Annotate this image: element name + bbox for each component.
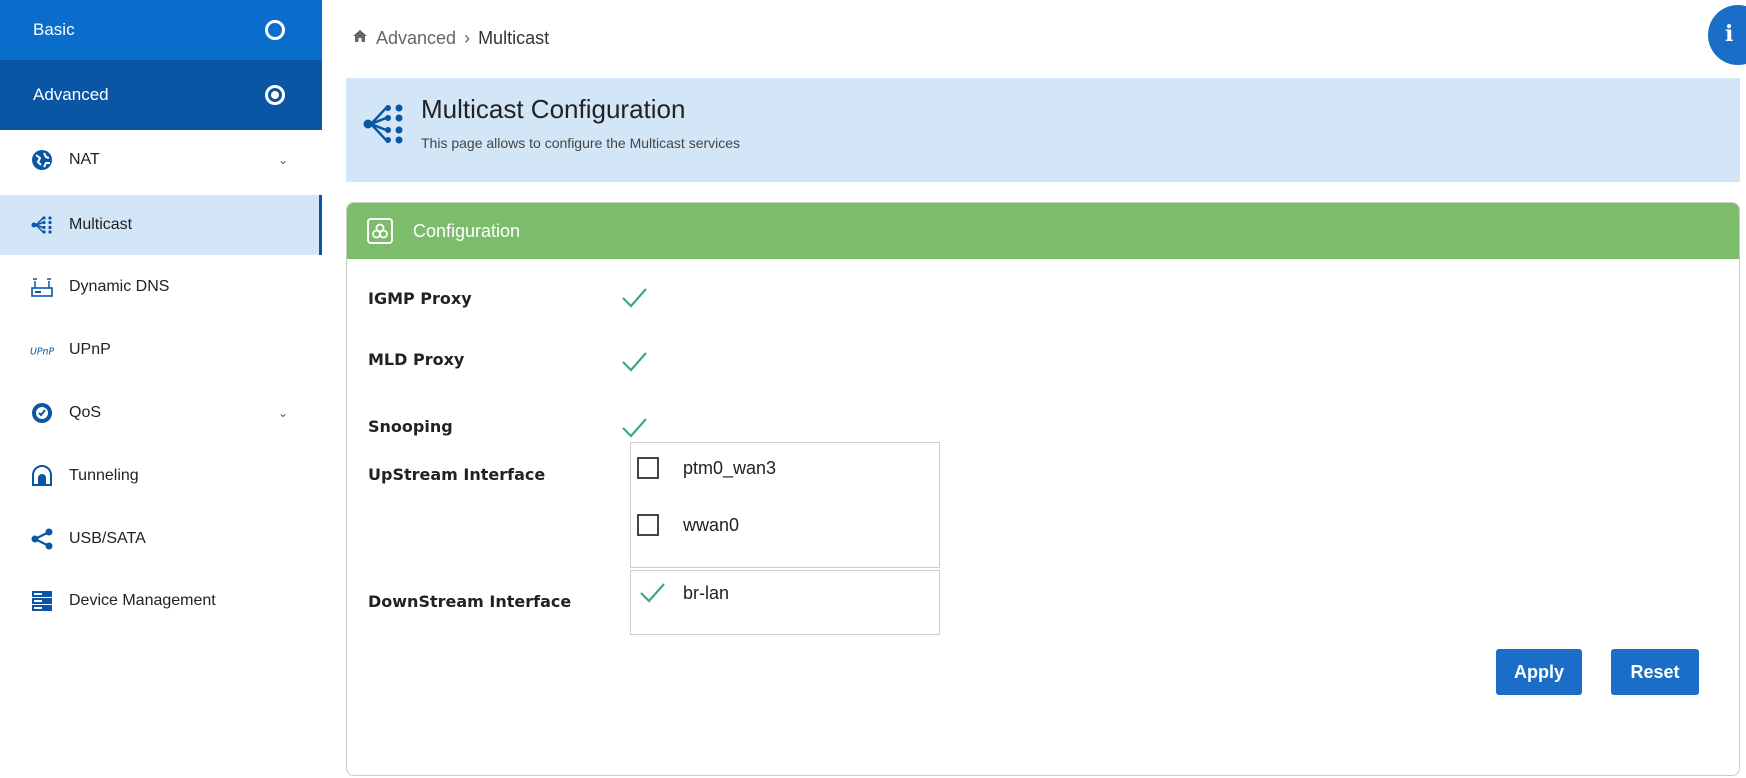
sidebar-item-label: UPnP xyxy=(69,341,111,358)
card-title: Configuration xyxy=(413,220,521,241)
breadcrumb: Advanced › Multicast xyxy=(352,28,549,49)
upstream-option-ptm0-wan3[interactable]: ptm0_wan3 xyxy=(637,453,776,483)
sidebar: Basic Advanced NAT ⌄ Multicast Dynamic D… xyxy=(0,0,322,778)
sidebar-item-qos[interactable]: QoS ⌄ xyxy=(0,383,322,443)
sidebar-item-device-management[interactable]: Device Management xyxy=(0,571,322,631)
checkbox[interactable] xyxy=(637,457,659,479)
breadcrumb-parent[interactable]: Advanced xyxy=(376,28,456,49)
sidebar-item-label: QoS xyxy=(69,404,102,421)
sidebar-item-multicast[interactable]: Multicast xyxy=(0,195,322,255)
info-button[interactable]: i xyxy=(1708,5,1746,65)
downstream-option-br-lan[interactable]: br-lan xyxy=(637,578,729,608)
checkbox[interactable] xyxy=(637,514,659,536)
home-icon[interactable] xyxy=(352,28,368,49)
qos-icon xyxy=(30,401,54,425)
multicast-icon xyxy=(362,98,406,150)
sidebar-item-tunneling[interactable]: Tunneling xyxy=(0,446,322,506)
settings-icon xyxy=(367,218,393,244)
upstream-option-wwan0[interactable]: wwan0 xyxy=(637,510,739,540)
chevron-down-icon: ⌄ xyxy=(277,406,288,420)
upstream-interface-label: UpStream Interface xyxy=(368,465,546,484)
svg-text:UPnP: UPnP xyxy=(30,346,54,357)
snooping-label: Snooping xyxy=(368,417,453,436)
sidebar-advanced[interactable]: Advanced xyxy=(0,60,322,130)
sidebar-item-usb-sata[interactable]: USB/SATA xyxy=(0,509,322,569)
tunnel-icon xyxy=(30,464,54,488)
info-icon: i xyxy=(1725,21,1734,47)
share-icon xyxy=(30,527,54,551)
sidebar-item-upnp[interactable]: UPnP UPnP xyxy=(0,320,322,380)
downstream-option-label: br-lan xyxy=(683,582,730,603)
downstream-interface-label: DownStream Interface xyxy=(368,592,572,611)
breadcrumb-current: Multicast xyxy=(478,28,550,48)
sidebar-item-label: Tunneling xyxy=(69,467,139,484)
sidebar-item-label: Device Management xyxy=(69,592,216,609)
breadcrumb-separator: › xyxy=(464,28,471,48)
upstream-option-label: wwan0 xyxy=(683,514,740,535)
upstream-interface-list: ptm0_wan3 wwan0 xyxy=(630,442,940,568)
sidebar-item-label: Dynamic DNS xyxy=(69,278,170,295)
sidebar-advanced-label: Advanced xyxy=(33,85,109,104)
sidebar-item-label: Multicast xyxy=(69,216,133,233)
card-header: Configuration xyxy=(347,203,1739,259)
reset-button[interactable]: Reset xyxy=(1611,649,1699,695)
mld-proxy-toggle[interactable] xyxy=(619,347,649,377)
sidebar-item-nat[interactable]: NAT ⌄ xyxy=(0,130,322,190)
sidebar-item-dynamic-dns[interactable]: Dynamic DNS xyxy=(0,257,322,317)
configuration-card: Configuration IGMP Proxy MLD Proxy Snoop… xyxy=(346,202,1740,776)
page-title: Multicast Configuration xyxy=(421,94,686,124)
upnp-icon: UPnP xyxy=(30,338,54,362)
chevron-down-icon: ⌄ xyxy=(277,153,288,167)
check-icon[interactable] xyxy=(637,578,667,608)
radio-selected-icon xyxy=(265,85,285,105)
sidebar-basic-label: Basic xyxy=(33,20,75,39)
igmp-proxy-toggle[interactable] xyxy=(619,283,649,313)
mld-proxy-label: MLD Proxy xyxy=(368,350,465,369)
sidebar-item-label: USB/SATA xyxy=(69,530,146,547)
multicast-icon xyxy=(30,213,54,237)
globe-icon xyxy=(30,148,54,172)
igmp-proxy-label: IGMP Proxy xyxy=(368,289,472,308)
page-header: Multicast Configuration This page allows… xyxy=(346,78,1740,182)
snooping-toggle[interactable] xyxy=(619,413,649,443)
downstream-interface-list: br-lan xyxy=(630,570,940,635)
page-subtitle: This page allows to configure the Multic… xyxy=(421,135,741,151)
server-icon xyxy=(30,589,54,613)
ddns-icon xyxy=(30,275,54,299)
upstream-option-label: ptm0_wan3 xyxy=(683,457,777,478)
apply-button[interactable]: Apply xyxy=(1496,649,1582,695)
radio-empty-icon xyxy=(265,20,285,40)
sidebar-basic[interactable]: Basic xyxy=(0,0,322,60)
sidebar-item-label: NAT xyxy=(69,151,100,168)
